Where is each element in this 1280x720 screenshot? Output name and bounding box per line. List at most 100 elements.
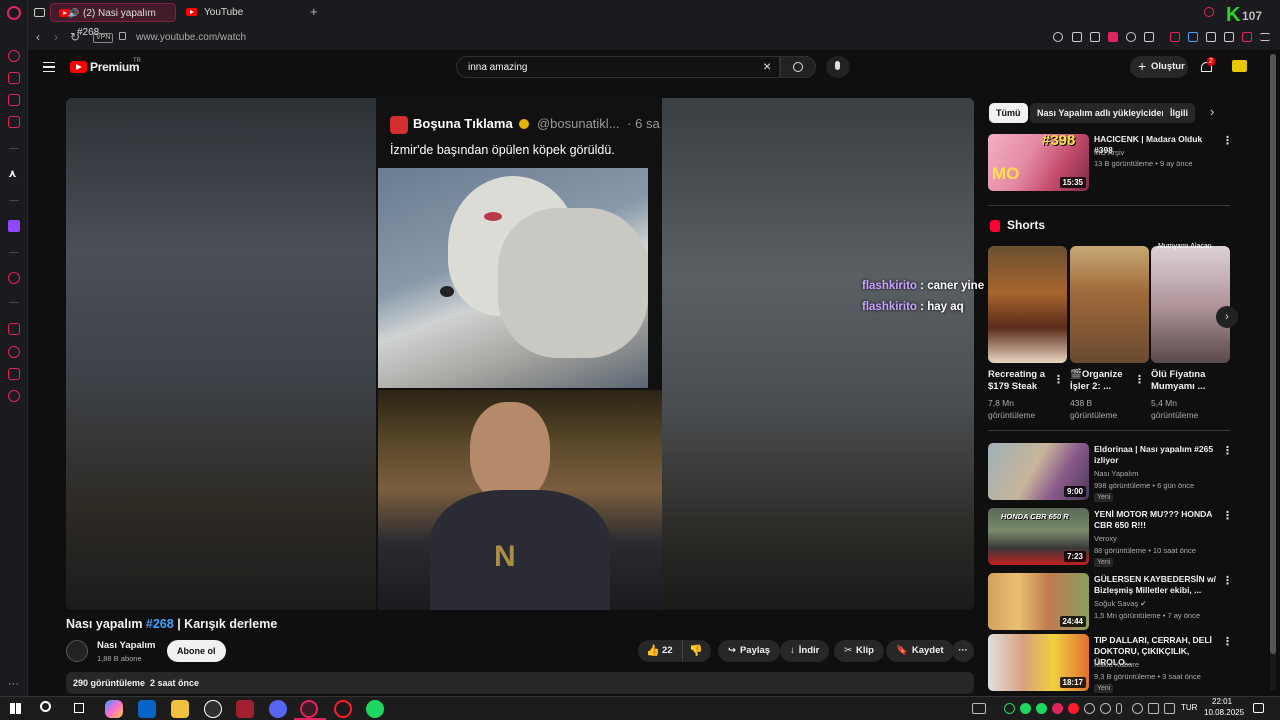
rec-channel[interactable]: Kukla Kabare — [1094, 660, 1139, 669]
channel-avatar[interactable] — [66, 640, 88, 662]
rec-title[interactable]: Eldorinaa | Nası yapalım #265 izliyor — [1094, 444, 1220, 466]
opera-gx-icon[interactable] — [300, 700, 318, 718]
subscribe-button[interactable]: Abone ol — [167, 640, 226, 662]
sidebar-aria-icon[interactable] — [8, 50, 20, 62]
rec-thumbnail[interactable]: MO #398 15:35 — [988, 134, 1089, 191]
video-player[interactable]: Boşuna Tıklama @bosunatikl... · 6 sa İzm… — [66, 98, 974, 610]
tray-network-icon[interactable] — [1148, 703, 1159, 714]
notification-center-icon[interactable] — [1253, 703, 1264, 713]
url-field[interactable]: www.youtube.com/watch — [136, 32, 246, 43]
snapshot-icon[interactable] — [1090, 32, 1100, 42]
copilot-icon[interactable] — [105, 700, 123, 718]
windows-start-icon[interactable] — [10, 703, 21, 714]
short-thumbnail[interactable] — [988, 246, 1067, 363]
rec-menu-icon[interactable]: ⋮ — [1222, 635, 1233, 648]
tray-volume-icon[interactable] — [1164, 703, 1175, 714]
scrollbar-thumb[interactable] — [1270, 54, 1276, 654]
rec-title[interactable]: YENİ MOTOR MU??? HONDA CBR 650 R!!! — [1094, 509, 1220, 531]
menu-icon[interactable] — [1260, 33, 1270, 41]
create-button[interactable]: + Oluştur — [1130, 56, 1188, 78]
sidebar-workspace-icon[interactable] — [8, 72, 20, 84]
spotify-icon[interactable] — [366, 700, 384, 718]
sidebar-twitch-icon[interactable] — [8, 220, 20, 232]
tab-active[interactable]: 🔊 (2) Nasi yapalım #268 — [50, 3, 176, 38]
page-scrollbar[interactable] — [1270, 54, 1276, 690]
rec-thumbnail[interactable]: 18:17 — [988, 634, 1089, 691]
sidebar-player-icon[interactable] — [8, 272, 20, 284]
tray-mic-icon[interactable] — [1116, 703, 1122, 714]
zoom-icon[interactable] — [1053, 32, 1063, 42]
tab-youtube[interactable]: YouTube — [178, 3, 304, 22]
hamburger-menu-icon[interactable] — [43, 62, 55, 72]
voicemod-icon[interactable] — [236, 700, 254, 718]
outlook-icon[interactable] — [138, 700, 156, 718]
rec-menu-icon[interactable]: ⋮ — [1222, 574, 1233, 587]
chip-related[interactable]: İlgili — [1163, 103, 1195, 123]
back-button[interactable]: ‹ — [36, 30, 40, 44]
taskbar-search-icon[interactable] — [40, 701, 51, 712]
opera-icon[interactable] — [334, 700, 352, 718]
description-box[interactable]: 290 görüntüleme 2 saat önce — [66, 672, 974, 694]
rec-channel[interactable]: Nası Yapalım — [1094, 469, 1138, 478]
tray-app-icon[interactable] — [1068, 703, 1079, 714]
translate-icon[interactable] — [1188, 32, 1198, 42]
tab-workspace-icon[interactable] — [34, 8, 45, 17]
short-menu-icon[interactable]: ⋮ — [1053, 373, 1064, 386]
clock-time[interactable]: 22:01 — [1212, 697, 1232, 706]
chip-all[interactable]: Tümü — [989, 103, 1028, 123]
save-button[interactable]: 🔖 Kaydet — [886, 640, 954, 662]
sidebar-more-icon[interactable]: ··· — [8, 678, 19, 690]
clear-search-icon[interactable]: × — [763, 58, 771, 74]
opera-logo-icon[interactable] — [7, 6, 21, 20]
short-menu-icon[interactable]: ⋮ — [1134, 373, 1145, 386]
dislike-button[interactable]: 👎 — [682, 640, 706, 662]
short-title[interactable]: 🎬Organize İşler 2: ... — [1070, 369, 1136, 393]
extensions-icon[interactable] — [1206, 32, 1216, 42]
like-button[interactable]: 👍 22 — [644, 640, 680, 662]
tray-app-icon[interactable] — [1132, 703, 1143, 714]
search-button[interactable] — [780, 56, 816, 78]
tray-app-icon[interactable] — [1004, 703, 1015, 714]
sidebar-vpn-icon[interactable]: ⋏ — [8, 168, 20, 180]
rec-thumbnail[interactable]: 24:44 — [988, 573, 1089, 630]
wallet-icon[interactable] — [1108, 32, 1118, 42]
rec-menu-icon[interactable]: ⋮ — [1222, 509, 1233, 522]
corner-search-icon[interactable] — [1204, 7, 1214, 17]
download-icon[interactable] — [1242, 32, 1252, 42]
rec-channel[interactable]: Soğuk Savaş ✔ — [1094, 599, 1147, 608]
more-actions-button[interactable]: ··· — [952, 640, 974, 662]
rec-menu-icon[interactable]: ⋮ — [1222, 444, 1233, 457]
heart-icon[interactable] — [1126, 32, 1136, 42]
short-title[interactable]: Ölü Fiyatına Mumyamı ... — [1151, 369, 1217, 393]
reload-button[interactable]: ↻ — [70, 30, 80, 44]
rec-channel[interactable]: MO Arşiv — [1094, 148, 1124, 157]
sidebar-settings-icon[interactable] — [8, 390, 20, 402]
avatar[interactable] — [1232, 60, 1247, 72]
rec-title[interactable]: GÜLERSEN KAYBEDERSİN w/ Bizleşmiş Millet… — [1094, 574, 1220, 596]
tray-app-icon[interactable] — [1036, 703, 1047, 714]
short-thumbnail[interactable] — [1151, 246, 1230, 363]
tray-keyboard-icon[interactable] — [972, 703, 986, 714]
clip-button[interactable]: ✂ Klip — [834, 640, 884, 662]
clock-date[interactable]: 10.08.2025 — [1204, 708, 1244, 717]
channel-name[interactable]: Nası Yapalım — [97, 640, 155, 651]
search-input[interactable]: inna amazing — [456, 56, 780, 78]
sidebar-extensions-icon[interactable] — [8, 368, 20, 380]
tray-app-icon[interactable] — [1020, 703, 1031, 714]
tray-app-icon[interactable] — [1100, 703, 1111, 714]
obs-icon[interactable] — [204, 700, 222, 718]
chip-from-uploader[interactable]: Nası Yapalım adlı yükleyiciden — [1030, 103, 1174, 123]
rec-channel[interactable]: Veroxy — [1094, 534, 1117, 543]
share-button[interactable]: ↪ Paylaş — [718, 640, 781, 662]
input-language[interactable]: TUR — [1181, 703, 1197, 712]
sidebar-messenger-icon[interactable] — [8, 94, 20, 106]
shorts-next-button[interactable]: › — [1216, 306, 1238, 328]
file-explorer-icon[interactable] — [171, 700, 189, 718]
easy-setup-icon[interactable] — [1224, 32, 1234, 42]
vpn-badge[interactable]: VPN — [93, 33, 114, 43]
voice-search-button[interactable] — [826, 56, 850, 78]
pin-icon[interactable] — [1072, 32, 1082, 42]
download-button[interactable]: ↓ İndir — [780, 640, 830, 662]
title-hashtag[interactable]: #268 — [146, 617, 174, 631]
new-tab-button[interactable]: + — [310, 4, 318, 19]
